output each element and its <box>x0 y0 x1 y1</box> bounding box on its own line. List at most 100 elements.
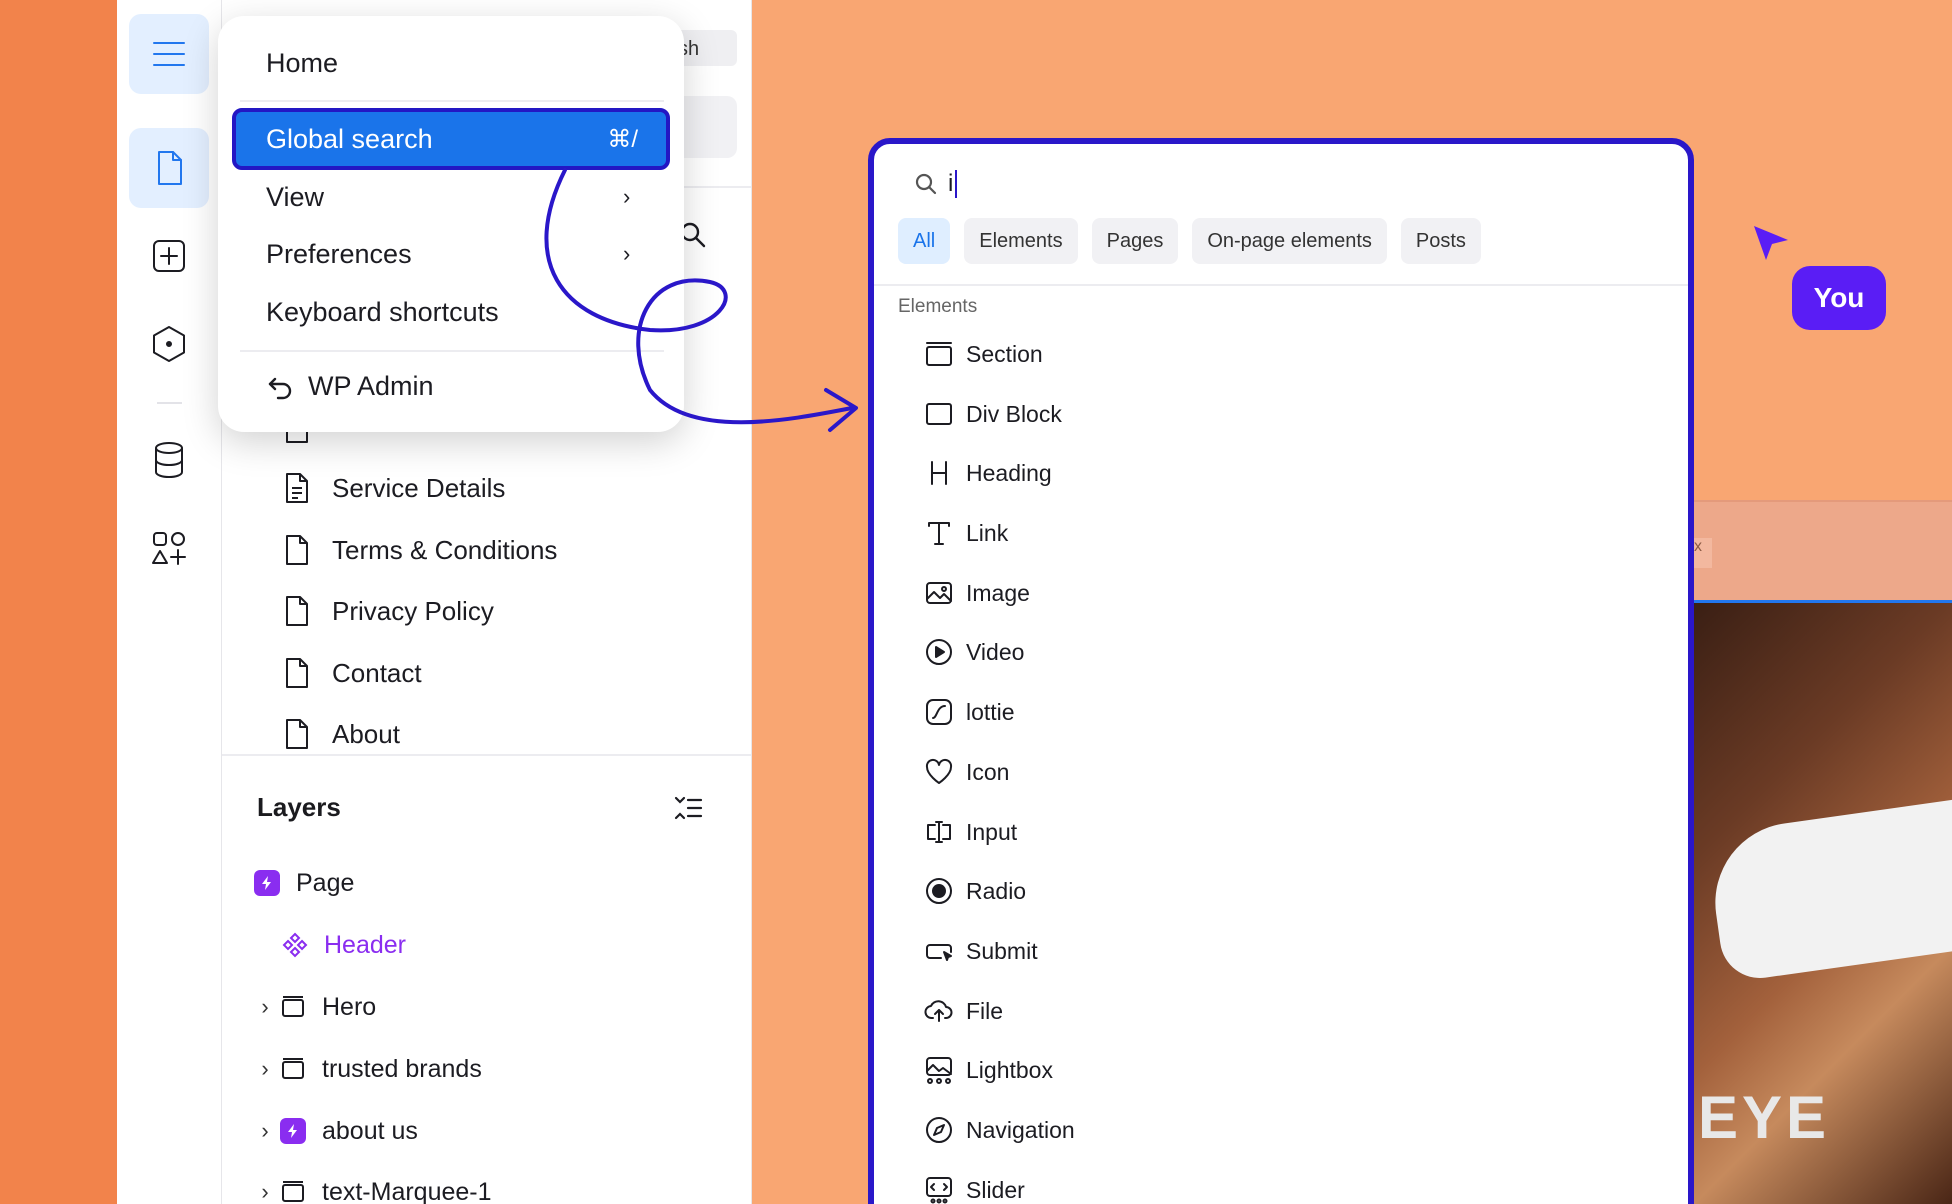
result-item-navigation[interactable]: Navigation <box>924 1110 1075 1150</box>
results-section-label: Elements <box>898 296 978 317</box>
main-menu-dropdown: Home Global search ⌘/ View › Preferences… <box>218 16 684 432</box>
result-item-submit[interactable]: Submit <box>924 931 1038 971</box>
apps-icon <box>152 532 186 565</box>
chevron-right-icon: › <box>623 241 631 266</box>
keyboard-shortcut: ⌘/ <box>607 126 638 153</box>
page-item-label: Terms & Conditions <box>332 534 558 565</box>
layer-label: text-Marquee-1 <box>322 1177 492 1204</box>
collapse-all-icon[interactable] <box>672 792 704 824</box>
chevron-right-icon[interactable]: › <box>252 1179 278 1204</box>
canvas-nav-band: x <box>1694 500 1952 600</box>
rail-divider <box>157 402 182 404</box>
component-icon <box>252 868 282 898</box>
tab-pages[interactable]: Pages <box>1091 218 1179 264</box>
page-icon <box>286 596 308 626</box>
search-divider <box>874 284 1688 286</box>
canvas-hero-image: EYE <box>1694 600 1952 1204</box>
database-button[interactable] <box>129 420 209 500</box>
search-input[interactable]: i <box>914 164 958 204</box>
page-icon <box>286 535 308 565</box>
layer-label: Page <box>296 868 355 897</box>
slider-icon <box>926 1177 952 1204</box>
hamburger-menu-button[interactable] <box>129 14 209 94</box>
result-item-video[interactable]: Video <box>924 632 1024 672</box>
background-strip <box>0 0 117 1204</box>
menu-item-wp-admin[interactable]: WP Admin <box>266 371 434 402</box>
page-icon <box>286 719 308 749</box>
layer-label: Hero <box>322 992 377 1021</box>
result-label: Input <box>966 818 1018 845</box>
menu-item-view[interactable]: View <box>266 182 324 213</box>
icon-rail <box>117 0 222 1204</box>
result-item-radio[interactable]: Radio <box>924 871 1026 911</box>
chevron-right-icon[interactable]: › <box>252 1056 278 1082</box>
layer-row[interactable]: › about us <box>252 1111 418 1151</box>
lottie-icon <box>926 699 952 725</box>
image-icon <box>926 582 952 604</box>
tab-all[interactable]: All <box>898 218 951 264</box>
search-icon <box>915 173 937 195</box>
components-button[interactable] <box>129 304 209 384</box>
result-item-heading[interactable]: Heading <box>924 453 1052 493</box>
global-search-modal: i All Elements Pages On-page elements Po… <box>868 138 1694 1204</box>
menu-item-keyboard-shortcuts[interactable]: Keyboard shortcuts <box>266 297 499 328</box>
submit-button-icon <box>926 944 952 961</box>
layer-label: Header <box>324 930 406 959</box>
result-label: lottie <box>966 698 1015 725</box>
chevron-right-icon[interactable]: › <box>252 1118 278 1144</box>
search-filter-tabs: All Elements Pages On-page elements Post… <box>898 218 1481 264</box>
layer-row[interactable]: › text-Marquee-1 <box>252 1172 492 1204</box>
result-label: Icon <box>966 758 1010 785</box>
lightbox-icon <box>926 1057 952 1084</box>
page-item[interactable]: About <box>282 714 400 754</box>
component-instance-icon <box>280 930 310 960</box>
collaborator-badge: You <box>1792 266 1886 330</box>
menu-item-global-search[interactable]: Global search ⌘/ <box>232 108 670 170</box>
result-label: Link <box>966 519 1009 546</box>
layer-row-page[interactable]: Page <box>252 863 354 903</box>
result-item-file[interactable]: File <box>924 991 1003 1031</box>
result-item-slider[interactable]: Slider <box>924 1170 1025 1204</box>
tab-elements[interactable]: Elements <box>964 218 1078 264</box>
database-icon <box>155 442 183 478</box>
menu-item-preferences[interactable]: Preferences <box>266 239 412 270</box>
result-item-icon[interactable]: Icon <box>924 752 1009 792</box>
apps-button[interactable] <box>129 508 209 588</box>
cursor-pointer-icon <box>1754 226 1788 260</box>
result-item-lightbox[interactable]: Lightbox <box>924 1050 1053 1090</box>
undo-arrow-icon <box>268 377 292 399</box>
result-item-lottie[interactable]: lottie <box>924 692 1015 732</box>
page-item-label: About <box>332 718 400 749</box>
result-label: Lightbox <box>966 1056 1053 1083</box>
add-element-button[interactable] <box>129 216 209 296</box>
result-item-input[interactable]: Input <box>924 812 1017 852</box>
layer-row[interactable]: › Hero <box>252 987 376 1027</box>
page-item[interactable]: Service Details <box>282 468 505 508</box>
pages-button[interactable] <box>129 128 209 208</box>
page-item[interactable]: Contact <box>282 653 422 693</box>
result-item-div-block[interactable]: Div Block <box>924 394 1062 434</box>
close-icon[interactable]: x <box>1694 538 1712 568</box>
layer-row-header[interactable]: Header <box>280 925 406 965</box>
layers-title: Layers <box>257 792 341 822</box>
section-icon <box>926 342 952 366</box>
page-item[interactable]: Terms & Conditions <box>282 530 557 570</box>
cloud-upload-icon <box>924 1000 953 1022</box>
tab-posts[interactable]: Posts <box>1400 218 1481 264</box>
result-item-image[interactable]: Image <box>924 573 1030 613</box>
page-item[interactable]: Privacy Policy <box>282 591 494 631</box>
document-icon <box>286 473 308 503</box>
result-label: Div Block <box>966 400 1062 427</box>
chevron-right-icon[interactable]: › <box>252 994 278 1020</box>
section-icon <box>278 1054 308 1084</box>
hexagon-icon <box>153 326 185 362</box>
tab-on-page-elements[interactable]: On-page elements <box>1192 218 1387 264</box>
menu-item-home[interactable]: Home <box>266 48 338 79</box>
result-item-link[interactable]: Link <box>924 513 1008 553</box>
photo-text: EYE <box>1698 1084 1831 1151</box>
result-label: File <box>966 997 1004 1024</box>
page-icon <box>286 658 308 688</box>
result-item-section[interactable]: Section <box>924 334 1043 374</box>
result-label: Image <box>966 579 1030 606</box>
layer-row[interactable]: › trusted brands <box>252 1049 482 1089</box>
